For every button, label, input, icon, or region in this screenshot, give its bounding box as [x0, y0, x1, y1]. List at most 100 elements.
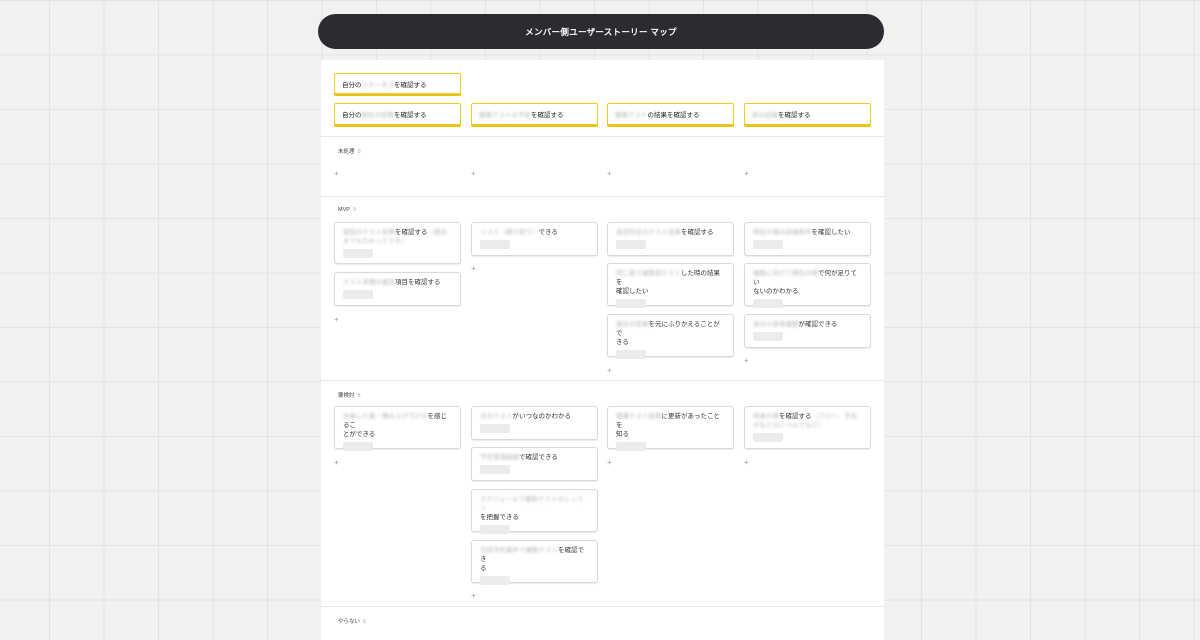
section-label-mvp: MVP 9 — [338, 207, 356, 213]
add-card-button[interactable]: + — [744, 459, 749, 467]
header-sticky-3[interactable]: 健康テスト の結果を確認する — [607, 103, 734, 125]
blurred-text: 直近所在のテスト結果 — [616, 229, 681, 236]
sticky-text: を確認する — [394, 81, 427, 89]
section-label-unprocessed: 未処理 0 — [338, 147, 361, 155]
sticky-text: 自分の — [342, 112, 362, 119]
story-card[interactable]: 予定管理画面で確認できる — [471, 447, 598, 481]
story-card[interactable]: テスト実施の進捗項目を確認する — [334, 272, 461, 306]
blurred-text: リスク（縛り取り） — [480, 229, 539, 236]
story-card[interactable]: リスク（縛り取り）できる — [471, 222, 598, 256]
card-text: 確認したい — [616, 288, 649, 295]
section-divider — [321, 380, 884, 381]
add-card-button[interactable]: + — [471, 592, 476, 600]
section-count: 5 — [363, 619, 367, 625]
add-card-button[interactable]: + — [471, 170, 476, 178]
card-tag — [480, 465, 510, 474]
card-text: とができる — [343, 431, 376, 438]
story-card[interactable]: 現在の値の詳細条件を確認したい — [744, 222, 871, 256]
section-count: 9 — [352, 207, 356, 213]
add-card-button[interactable]: + — [607, 459, 612, 467]
section-label-review: 要検討 8 — [338, 391, 361, 399]
card-text: できる — [538, 229, 558, 236]
section-title: やらない — [338, 619, 361, 625]
section-title: 要検討 — [338, 393, 355, 399]
activity-sticky[interactable]: 自分の ステータス を確認する — [334, 73, 461, 94]
story-card[interactable]: 同じ扱で複数回テストした時の結果を 確認したい — [607, 263, 734, 308]
story-map-board: 自分の ステータス を確認する 自分の 現在の状態 を確認する 健康テストの予定 を確認す… — [321, 60, 884, 640]
card-tag — [343, 290, 373, 299]
card-text: ないのかわかる — [753, 288, 799, 295]
blurred-text: 合格した後・積み上げ下げる — [343, 413, 428, 420]
card-tag — [480, 240, 510, 249]
card-text: る — [480, 565, 487, 572]
card-text: がいつなのかわかる — [512, 413, 572, 420]
blurred-text: 予定管理画面 — [480, 454, 519, 461]
card-tag — [480, 424, 510, 433]
card-tag — [753, 332, 783, 341]
story-card[interactable]: 前回のテスト結果を確認する（過去までもわかってでも） — [334, 222, 461, 264]
sticky-text: を確認する — [394, 112, 427, 119]
card-tag — [753, 433, 783, 442]
story-card[interactable]: スケジュールで複数テストのレッスンを把握できる — [471, 489, 598, 534]
card-tag — [616, 299, 646, 308]
section-title: 未処理 — [338, 149, 355, 155]
story-card[interactable]: 合格した後・積み上げ下げるを感じるこ とができる — [334, 406, 461, 451]
card-tag — [616, 350, 646, 359]
blurred-text: 健康テストの予定 — [479, 112, 531, 119]
blurred-text: 健康テスト結果 — [616, 413, 662, 420]
blurred-text: ステータス — [361, 81, 395, 89]
card-text: きる — [616, 339, 629, 346]
card-text: が確認できる — [798, 321, 838, 328]
header-sticky-1[interactable]: 自分の 現在の状態 を確認する — [334, 103, 461, 125]
card-text: 項目を確認する — [395, 279, 441, 286]
blurred-text: スケジュールで複数テストのレッスン — [480, 496, 584, 512]
card-tag — [480, 525, 510, 534]
header-sticky-2[interactable]: 健康テストの予定 を確認する — [471, 103, 598, 125]
section-count: 0 — [357, 149, 361, 155]
blurred-text: 前の記録 — [752, 112, 778, 119]
section-divider — [321, 136, 884, 137]
add-card-button[interactable]: + — [744, 357, 749, 365]
story-card[interactable]: 直近所在のテスト結果を確認する — [607, 222, 734, 256]
blurred-text: 健康テスト — [615, 112, 648, 119]
add-card-button[interactable]: + — [334, 459, 339, 467]
add-card-button[interactable]: + — [607, 170, 612, 178]
story-card[interactable]: 次のテストがいつなのかわかる — [471, 406, 598, 440]
section-divider — [321, 196, 884, 197]
card-tag — [616, 240, 646, 249]
header-sticky-4[interactable]: 前の記録 を確認する — [744, 103, 871, 125]
blurred-text: 過去の結果 — [616, 321, 649, 328]
card-text: を確認する — [395, 229, 428, 236]
blurred-text: 前回のテスト結果 — [343, 229, 395, 236]
story-card[interactable]: 健康テスト結果に更新があったことを 知る — [607, 406, 734, 451]
blurred-text: 同じ扱で複数回テスト — [616, 270, 681, 277]
story-card[interactable]: 自分の身体履歴が確認できる — [744, 314, 871, 348]
blurred-text: 次回予約案件で複数テスト — [480, 547, 558, 554]
sticky-text: を確認する — [778, 112, 811, 119]
section-divider — [321, 606, 884, 607]
add-card-button[interactable]: + — [607, 367, 612, 375]
add-card-button[interactable]: + — [334, 316, 339, 324]
sticky-text: を確認する — [531, 112, 564, 119]
story-card[interactable]: 複数に向けて現在の値で何が足りてい ないのかわかる — [744, 263, 871, 308]
card-text: を把握できる — [480, 514, 519, 521]
story-card[interactable]: 次回予約案件で複数テストを確認できる — [471, 540, 598, 585]
card-tag — [480, 576, 510, 585]
board-title: メンバー側ユーザーストーリー マップ — [318, 14, 884, 49]
add-card-button[interactable]: + — [334, 170, 339, 178]
add-card-button[interactable]: + — [471, 265, 476, 273]
section-label-wont: やらない 5 — [338, 617, 366, 625]
card-text: を確認する — [779, 413, 812, 420]
blurred-text: 現在の値の詳細条件 — [753, 229, 812, 236]
add-card-button[interactable]: + — [744, 170, 749, 178]
blurred-text: 現在の状態 — [361, 112, 395, 119]
blurred-text: 自分の身体履歴 — [753, 321, 799, 328]
section-count: 8 — [357, 393, 361, 399]
story-card[interactable]: 過去の結果を元にふりかえることがで きる — [607, 314, 734, 359]
card-tag — [616, 442, 646, 451]
card-tag — [343, 442, 373, 451]
story-card[interactable]: 将来の値を確認する（フロー、予兆がなどのレベルでなど） — [744, 406, 871, 449]
card-text: を確認したい — [811, 229, 851, 236]
card-tag — [753, 240, 783, 249]
card-text: を確認する — [681, 229, 714, 236]
